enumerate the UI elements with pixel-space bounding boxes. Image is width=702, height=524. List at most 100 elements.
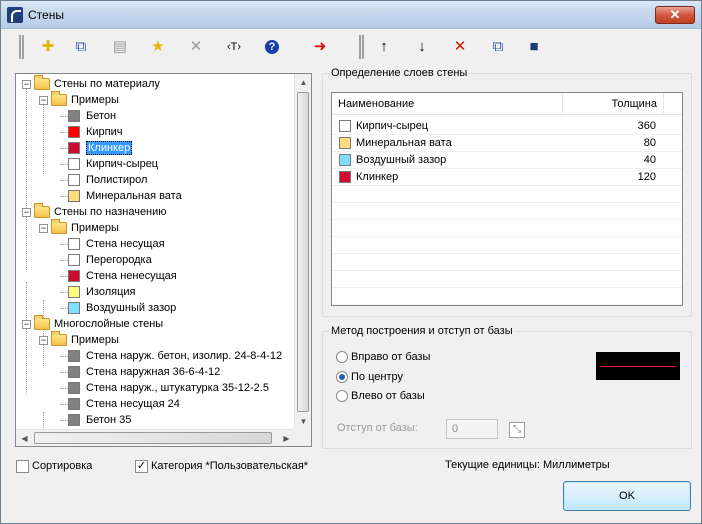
help-button[interactable]: ?	[261, 36, 283, 58]
folder-icon	[34, 203, 50, 219]
collapse-icon[interactable]: −	[22, 319, 31, 329]
empty-row	[332, 186, 682, 203]
move-down-button[interactable]: ↓	[411, 36, 433, 58]
tree-node-label: Стена несущая 24	[86, 398, 180, 410]
layers-group-title: Определение слоев стены	[329, 67, 470, 79]
tree-item[interactable]: Стена несущая 24	[60, 396, 180, 412]
toolbar-grip-2[interactable]	[359, 35, 364, 59]
move-up-button[interactable]: ↑	[373, 36, 395, 58]
tree-item[interactable]: Клинкер	[60, 140, 133, 156]
tree-folder[interactable]: − Многослойные стены	[22, 315, 164, 332]
tree-item[interactable]: Стена несущая	[60, 236, 165, 252]
copy-layer-button[interactable]: ⧉	[487, 36, 509, 58]
tree-folder[interactable]: − Стены по материалу	[22, 75, 160, 92]
properties-button[interactable]: ▤	[109, 36, 131, 58]
add-button[interactable]: ✚	[37, 36, 59, 58]
layer-color-icon	[339, 137, 351, 149]
tree-node-label: Стены по назначению	[54, 206, 167, 218]
tree-folder[interactable]: − Примеры	[39, 91, 119, 108]
wall-preview-axis-line	[600, 366, 676, 367]
favorite-button[interactable]: ★	[147, 36, 169, 58]
ok-button[interactable]: OK	[563, 481, 691, 511]
tree-horizontal-scrollbar[interactable]: ◀ ▶	[16, 429, 296, 446]
category-checkbox[interactable]: ✓ Категория *Пользовательская*	[135, 458, 308, 474]
wall-types-tree[interactable]: − Стены по материалу − Примеры Бетон Кирпич Кл…	[15, 73, 312, 447]
sort-checkbox[interactable]: Сортировка	[16, 458, 92, 474]
tree-folder[interactable]: − Примеры	[39, 219, 119, 236]
color-swatch-icon	[68, 302, 80, 315]
column-header-name[interactable]: Наименование	[332, 93, 563, 115]
tree-connector	[60, 132, 68, 133]
remove-layer-button[interactable]: ✕	[449, 36, 471, 58]
rename-button[interactable]: ‹T›	[223, 36, 245, 58]
scroll-corner	[294, 429, 311, 446]
tree-item[interactable]: Изоляция	[60, 284, 135, 300]
scroll-thumb[interactable]	[297, 92, 309, 412]
tree-folder[interactable]: − Стены по назначению	[22, 203, 167, 220]
tree-node-label: Стена ненесущая	[86, 270, 177, 282]
hscroll-thumb[interactable]	[34, 432, 272, 444]
pick-offset-icon[interactable]: ⤡	[509, 422, 525, 438]
tree-item[interactable]: Полистирол	[60, 172, 147, 188]
radio-icon[interactable]	[336, 371, 348, 384]
tree-item[interactable]: Стена наружная 36-6-4-12	[60, 364, 221, 380]
close-button[interactable]: ✕	[655, 6, 695, 24]
toolbar-grip[interactable]	[19, 35, 24, 59]
tree-item[interactable]: Минеральная вата	[60, 188, 182, 204]
tree-item[interactable]: Кирпич-сырец	[60, 156, 158, 172]
layers-table[interactable]: Наименование Толщина Кирпич-сырец 360 Мине…	[331, 92, 683, 306]
transfer-button[interactable]: ➜	[309, 36, 331, 58]
save-button[interactable]: ■	[523, 36, 545, 58]
tree-node-label: Стены по материалу	[54, 78, 160, 90]
layer-row[interactable]: Минеральная вата 80	[332, 135, 682, 152]
method-radio[interactable]: Влево от базы	[336, 388, 425, 404]
method-radio[interactable]: Вправо от базы	[336, 349, 430, 365]
collapse-icon[interactable]: −	[22, 79, 31, 89]
collapse-icon[interactable]: −	[39, 95, 48, 105]
delete-button[interactable]: ✕	[185, 36, 207, 58]
tree-item[interactable]: Стена ненесущая	[60, 268, 177, 284]
scroll-up-arrow-icon[interactable]: ▲	[295, 74, 312, 91]
tree-node-label: Клинкер	[86, 141, 133, 155]
layer-color-icon	[339, 171, 351, 183]
tree-item[interactable]: Перегородка	[60, 252, 152, 268]
tree-vertical-scrollbar[interactable]: ▲ ▼	[294, 74, 311, 430]
collapse-icon[interactable]: −	[39, 223, 48, 233]
category-checkbox-box[interactable]: ✓	[135, 459, 148, 473]
copy-button[interactable]: ⧉	[70, 36, 92, 58]
radio-icon[interactable]	[336, 390, 348, 403]
tree-node-label: Многослойные стены	[54, 318, 164, 330]
layer-row[interactable]: Клинкер 120	[332, 169, 682, 186]
tree-node-label: Стена наружная 36-6-4-12	[86, 366, 221, 378]
color-swatch-icon	[68, 254, 80, 267]
tree-item[interactable]: Бетон 35	[60, 412, 131, 428]
collapse-icon[interactable]: −	[22, 207, 31, 217]
color-swatch-icon	[68, 350, 80, 363]
tree-item[interactable]: Бетон	[60, 108, 116, 124]
offset-input[interactable]: 0	[446, 419, 498, 439]
tree-item[interactable]: Воздушный зазор	[60, 300, 176, 316]
sort-checkbox-box[interactable]	[16, 459, 29, 473]
tree-item[interactable]: Стена наруж. бетон, изолир. 24-8-4-12	[60, 348, 282, 364]
method-radio[interactable]: По центру	[336, 369, 403, 385]
column-header-thickness[interactable]: Толщина	[563, 93, 664, 115]
empty-row	[332, 254, 682, 271]
scroll-left-arrow-icon[interactable]: ◀	[16, 430, 33, 447]
color-swatch-icon	[68, 366, 80, 379]
color-swatch-icon	[68, 398, 80, 411]
layer-row[interactable]: Кирпич-сырец 360	[332, 118, 682, 135]
layer-name: Клинкер	[356, 171, 399, 183]
title-bar[interactable]: Стены ✕	[1, 1, 701, 29]
radio-label: Вправо от базы	[351, 351, 431, 363]
tree-connector	[60, 164, 68, 165]
scroll-right-arrow-icon[interactable]: ▶	[278, 430, 295, 447]
scroll-down-arrow-icon[interactable]: ▼	[295, 413, 312, 430]
tree-item[interactable]: Стена наруж., штукатурка 35-12-2.5	[60, 380, 269, 396]
radio-icon[interactable]	[336, 351, 348, 364]
folder-icon	[51, 219, 67, 235]
collapse-icon[interactable]: −	[39, 335, 48, 345]
tree-item[interactable]: Кирпич	[60, 124, 123, 140]
layer-thickness: 120	[637, 171, 656, 183]
layer-row[interactable]: Воздушный зазор 40	[332, 152, 682, 169]
tree-folder[interactable]: − Примеры	[39, 331, 119, 348]
